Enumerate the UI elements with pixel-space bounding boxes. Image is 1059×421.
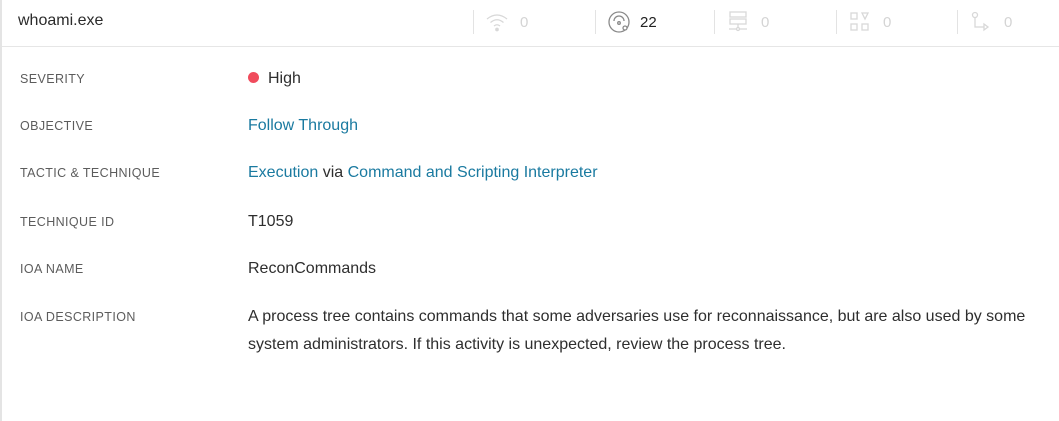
grid-icon (847, 9, 873, 35)
stat-network[interactable]: 0 (473, 8, 528, 36)
tactic-technique-value: Execution via Command and Scripting Inte… (248, 159, 598, 187)
separator (473, 10, 474, 34)
severity-text: High (268, 70, 301, 87)
technique-link[interactable]: Command and Scripting Interpreter (348, 164, 598, 181)
field-label: IOA NAME (20, 262, 84, 276)
ioa-description-value: A process tree contains commands that so… (248, 308, 1026, 353)
stat-count: 0 (1004, 13, 1013, 31)
panel-header: whoami.exe 0 22 0 0 0 (2, 0, 1059, 47)
process-flow-icon (968, 9, 994, 35)
separator (836, 10, 837, 34)
objective-link[interactable]: Follow Through (248, 117, 358, 134)
detection-detail-panel: whoami.exe 0 22 0 0 0 SEVERITY High OBJE… (0, 0, 1059, 421)
objective-value: Follow Through (248, 112, 358, 140)
tactic-connector: via (322, 164, 344, 181)
stat-count: 22 (640, 13, 657, 31)
stat-count: 0 (883, 13, 892, 31)
tactic-link[interactable]: Execution (248, 164, 318, 181)
field-label: TACTIC & TECHNIQUE (20, 166, 161, 180)
ioa-name-value: ReconCommands (248, 260, 377, 277)
network-drive-icon (725, 9, 751, 35)
field-label: SEVERITY (20, 72, 86, 86)
disk-icon (606, 9, 632, 35)
separator (595, 10, 596, 34)
technique-id-value: T1059 (248, 213, 294, 230)
separator (957, 10, 958, 34)
separator (714, 10, 715, 34)
stat-count: 0 (520, 13, 529, 31)
field-label: TECHNIQUE ID (20, 215, 115, 229)
field-label: IOA DESCRIPTION (20, 310, 136, 324)
stat-process-flow[interactable]: 0 (957, 8, 1012, 36)
stats-bar: 0 22 0 0 0 (2, 0, 1059, 46)
severity-dot-icon (248, 72, 259, 83)
stat-count: 0 (761, 13, 770, 31)
stat-network-drive[interactable]: 0 (714, 8, 769, 36)
stat-disk[interactable]: 22 (595, 8, 657, 36)
wifi-icon (484, 9, 510, 35)
stat-registry[interactable]: 0 (836, 8, 891, 36)
severity-value: High (248, 65, 301, 93)
field-label: OBJECTIVE (20, 119, 94, 133)
